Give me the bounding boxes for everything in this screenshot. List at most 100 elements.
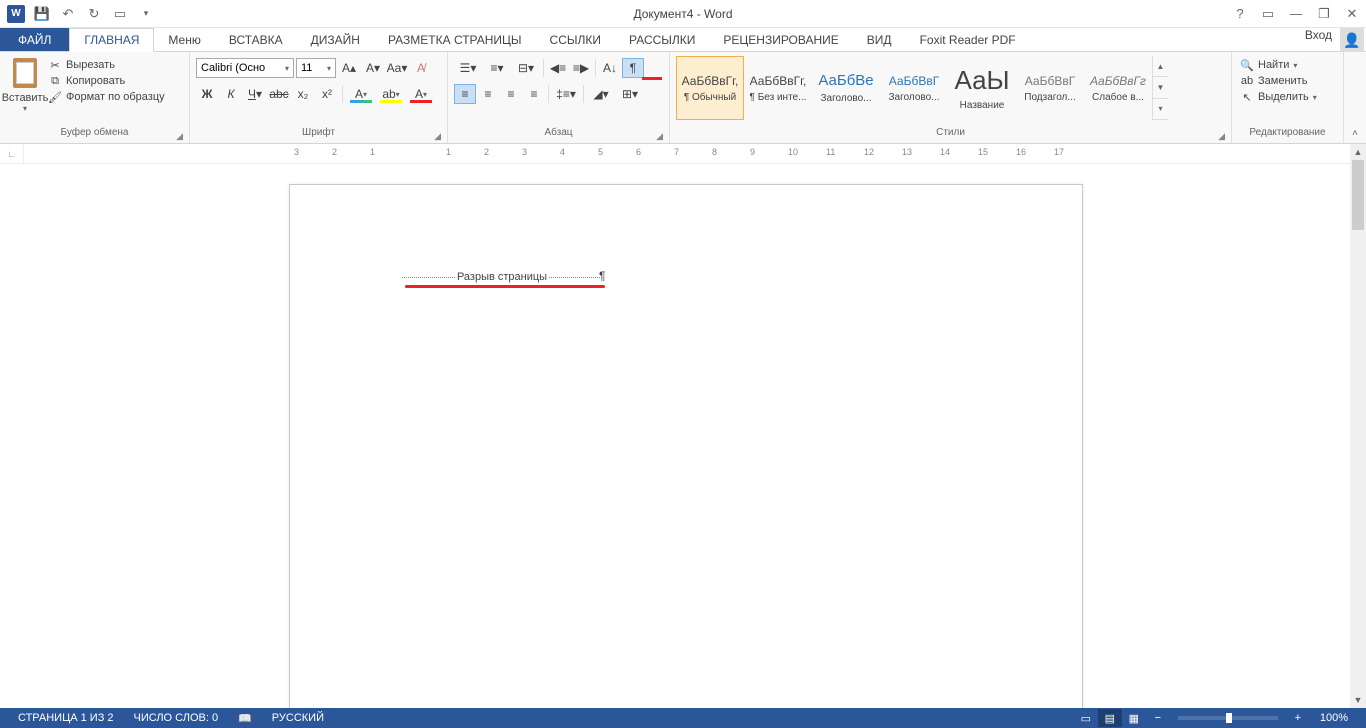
undo-icon[interactable]: ↶ [56,3,80,25]
zoom-level[interactable]: 100% [1310,712,1358,724]
bullets-icon[interactable]: ☰▾ [454,58,482,78]
styles-more[interactable]: ▲▼▾ [1152,56,1168,120]
font-launcher-icon[interactable]: ◢ [434,131,441,142]
decrease-indent-icon[interactable]: ◀≡ [547,58,569,78]
align-left-icon[interactable]: ≡ [454,84,476,104]
multilevel-icon[interactable]: ⊟▾ [512,58,540,78]
save-icon[interactable]: 💾 [30,3,54,25]
styles-down-icon[interactable]: ▼ [1153,77,1168,98]
paragraph-launcher-icon[interactable]: ◢ [656,131,663,142]
align-right-icon[interactable]: ≡ [500,84,522,104]
web-layout-icon[interactable]: ▦ [1122,709,1146,727]
zoom-slider[interactable] [1178,716,1278,720]
print-layout-icon[interactable]: ▤ [1098,709,1122,727]
superscript-button[interactable]: x² [316,84,338,104]
document-area[interactable]: Разрыв страницы ¶ [0,164,1350,708]
proofing-icon[interactable]: 📖 [228,712,262,725]
paste-button[interactable]: Вставить ▾ [4,54,46,113]
select-button[interactable]: ↖Выделить▾ [1240,90,1317,104]
close-icon[interactable]: ✕ [1338,3,1366,25]
style-subtitle[interactable]: АаБбВвГПодзагол... [1016,56,1084,120]
help-icon[interactable]: ? [1226,3,1254,25]
cut-button[interactable]: ✂Вырезать [48,58,165,72]
style-emphasis[interactable]: АаБбВвГгСлабое в... [1084,56,1152,120]
styles-launcher-icon[interactable]: ◢ [1218,131,1225,142]
format-painter-button[interactable]: 🖌Формат по образцу [48,90,165,104]
tab-file[interactable]: ФАЙЛ [0,28,69,51]
tab-foxit[interactable]: Foxit Reader PDF [906,28,1030,51]
tab-mailings[interactable]: РАССЫЛКИ [615,28,709,51]
word-count[interactable]: ЧИСЛО СЛОВ: 0 [124,712,229,724]
tab-insert[interactable]: ВСТАВКА [215,28,297,51]
signin-link[interactable]: Вход [1297,28,1340,51]
user-avatar-icon[interactable]: 👤 [1340,28,1364,52]
copy-button[interactable]: ⧉Копировать [48,74,165,88]
justify-icon[interactable]: ≡ [523,84,545,104]
change-case-icon[interactable]: Aa▾ [386,58,408,78]
style-heading2[interactable]: АаБбВвГЗаголово... [880,56,948,120]
italic-button[interactable]: К [220,84,242,104]
tab-layout[interactable]: РАЗМЕТКА СТРАНИЦЫ [374,28,536,51]
tab-design[interactable]: ДИЗАЙН [297,28,374,51]
read-mode-icon[interactable]: ▭ [1074,709,1098,727]
page[interactable]: Разрыв страницы ¶ [289,184,1083,708]
font-name-combo[interactable]: Calibri (Осно▾ [196,58,294,78]
minimize-icon[interactable]: — [1282,3,1310,25]
word-app-icon[interactable]: W [4,3,28,25]
find-button[interactable]: 🔍Найти▾ [1240,58,1297,72]
shading-icon[interactable]: ◢▾ [587,84,615,104]
text-effects-icon[interactable]: A▾ [347,84,375,104]
tab-home[interactable]: ГЛАВНАЯ [69,28,154,52]
pilcrow-icon: ¶ [599,269,605,283]
horizontal-ruler[interactable]: 3211234567891011121314151617 [24,144,1366,163]
restore-icon[interactable]: ❐ [1310,3,1338,25]
styles-gallery[interactable]: АаБбВвГг,¶ Обычный АаБбВвГг,¶ Без инте..… [674,54,1170,122]
qat-customize-icon[interactable]: ▾ [134,3,158,25]
font-size-value: 11 [301,62,312,74]
bold-button[interactable]: Ж [196,84,218,104]
style-title[interactable]: АаЫНазвание [948,56,1016,120]
scroll-down-icon[interactable]: ▼ [1350,692,1366,708]
tab-references[interactable]: ССЫЛКИ [536,28,615,51]
numbering-icon[interactable]: ≡▾ [483,58,511,78]
collapse-ribbon-icon[interactable]: ˄ [1344,52,1366,143]
clear-format-icon[interactable]: A̸ [410,58,432,78]
zoom-thumb[interactable] [1226,713,1232,723]
grow-font-icon[interactable]: A▴ [338,58,360,78]
tab-menu[interactable]: Меню [154,28,214,51]
tab-selector-icon[interactable]: ∟ [0,144,24,163]
quick-access-toolbar: W 💾 ↶ ↻ ▭ ▾ [0,3,158,25]
zoom-out-icon[interactable]: − [1146,709,1170,727]
scroll-up-icon[interactable]: ▲ [1350,144,1366,160]
style-heading1[interactable]: АаБбВеЗаголово... [812,56,880,120]
ribbon-options-icon[interactable]: ▭ [1254,3,1282,25]
strikethrough-button[interactable]: abc [268,84,290,104]
subscript-button[interactable]: x₂ [292,84,314,104]
shrink-font-icon[interactable]: A▾ [362,58,384,78]
tab-review[interactable]: РЕЦЕНЗИРОВАНИЕ [709,28,852,51]
styles-expand-icon[interactable]: ▾ [1153,99,1168,120]
font-size-combo[interactable]: 11▾ [296,58,336,78]
tab-view[interactable]: ВИД [853,28,906,51]
replace-button[interactable]: abЗаменить [1240,74,1307,88]
increase-indent-icon[interactable]: ≡▶ [570,58,592,78]
styles-up-icon[interactable]: ▲ [1153,56,1168,77]
font-color-icon[interactable]: A▾ [407,84,435,104]
redo-icon[interactable]: ↻ [82,3,106,25]
line-spacing-icon[interactable]: ‡≡▾ [552,84,580,104]
style-normal[interactable]: АаБбВвГг,¶ Обычный [676,56,744,120]
clipboard-launcher-icon[interactable]: ◢ [176,131,183,142]
page-status[interactable]: СТРАНИЦА 1 ИЗ 2 [8,712,124,724]
show-marks-button[interactable]: ¶ [622,58,644,78]
zoom-in-icon[interactable]: + [1286,709,1310,727]
highlight-icon[interactable]: ab▾ [377,84,405,104]
sort-icon[interactable]: A↓ [599,58,621,78]
style-no-spacing[interactable]: АаБбВвГг,¶ Без инте... [744,56,812,120]
language-status[interactable]: РУССКИЙ [262,712,334,724]
new-doc-icon[interactable]: ▭ [108,3,132,25]
borders-icon[interactable]: ⊞▾ [616,84,644,104]
scroll-thumb[interactable] [1352,160,1364,230]
underline-button[interactable]: Ч▾ [244,84,266,104]
vertical-scrollbar[interactable]: ▲ ▼ [1350,144,1366,708]
align-center-icon[interactable]: ≡ [477,84,499,104]
